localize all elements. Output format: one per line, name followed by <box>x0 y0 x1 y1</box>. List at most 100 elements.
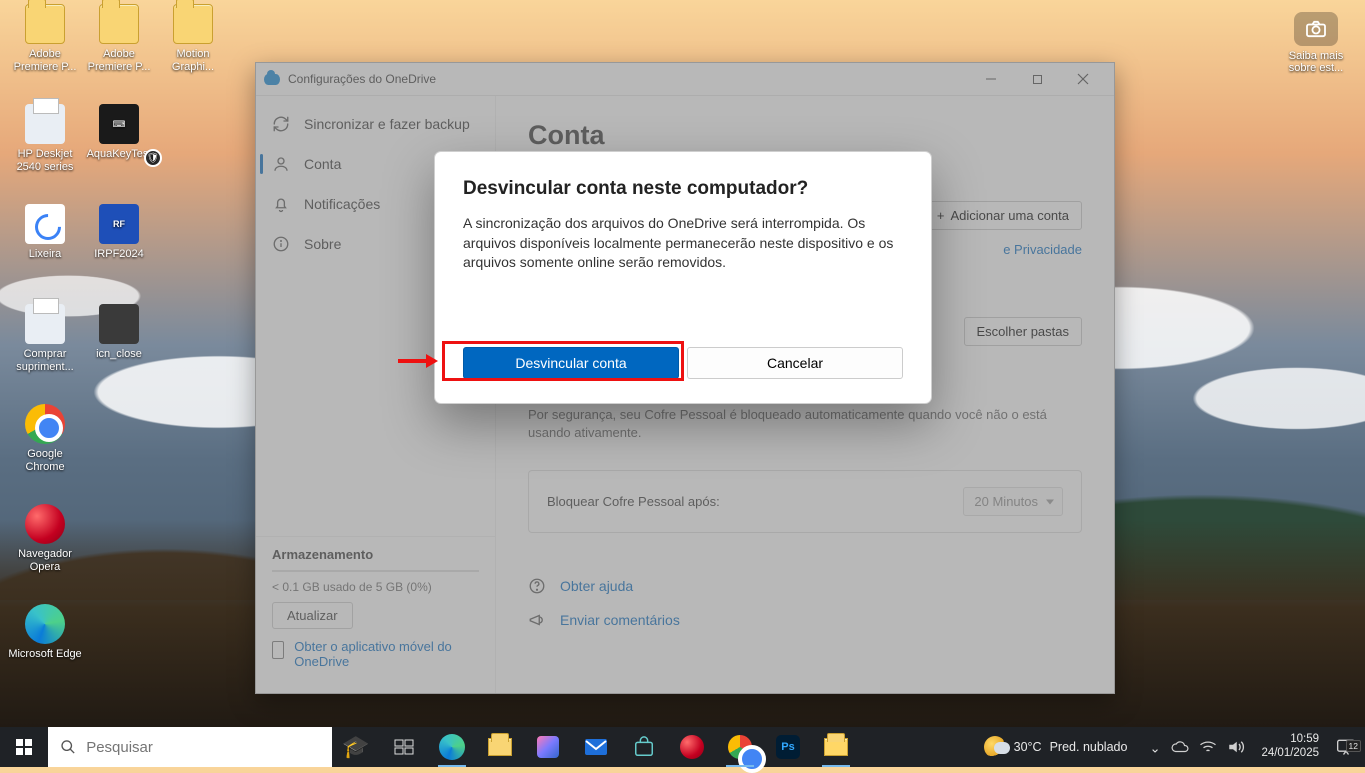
desktop-shortcut-adobe-premiere-2[interactable]: Adobe Premiere P... <box>82 4 156 74</box>
action-center-button[interactable]: 12 <box>1327 738 1365 756</box>
get-help-link[interactable]: Obter ajuda <box>528 577 1082 595</box>
window-titlebar[interactable]: Configurações do OneDrive <box>256 63 1114 96</box>
vault-lock-label: Bloquear Cofre Pessoal após: <box>547 494 720 509</box>
taskbar-app-photoshop[interactable]: Ps <box>764 727 812 767</box>
taskbar-search[interactable] <box>48 727 332 767</box>
shortcut-label: Google Chrome <box>8 448 82 474</box>
desktop-shortcut-icn-close[interactable]: icn_close <box>82 304 156 361</box>
clock-time: 10:59 <box>1261 733 1319 747</box>
mobile-app-link-row[interactable]: Obter o aplicativo móvel do OneDrive <box>272 639 479 669</box>
cancel-button[interactable]: Cancelar <box>687 347 903 379</box>
nav-label: Sobre <box>304 236 341 252</box>
recycle-bin-icon <box>25 204 65 244</box>
image-icon <box>99 304 139 344</box>
edge-icon <box>439 734 465 760</box>
taskbar-app-mail[interactable] <box>572 727 620 767</box>
storage-heading: Armazenamento <box>272 547 479 562</box>
desktop-shortcut-buy-supplies[interactable]: Comprar supriment... <box>8 304 82 374</box>
tray-onedrive-icon[interactable] <box>1171 741 1195 753</box>
notification-badge: 12 <box>1346 740 1361 752</box>
shortcut-label: Comprar supriment... <box>8 348 82 374</box>
taskbar-app-edge[interactable] <box>428 727 476 767</box>
upgrade-storage-button[interactable]: Atualizar <box>272 602 353 629</box>
nav-label: Conta <box>304 156 341 172</box>
taskbar-app-explorer[interactable] <box>476 727 524 767</box>
edge-icon <box>25 604 65 644</box>
desktop-shortcut-motion-graphics[interactable]: Motion Graphi... <box>156 4 230 74</box>
close-button[interactable] <box>1060 63 1106 96</box>
folder-icon <box>99 4 139 44</box>
storage-bar <box>272 570 479 572</box>
opera-icon <box>680 735 704 759</box>
taskbar-app-copilot[interactable] <box>524 727 572 767</box>
tray-overflow-chevron-icon[interactable]: ⌃ <box>1143 739 1167 755</box>
desktop-shortcut-hp-deskjet[interactable]: HP Deskjet 2540 series <box>8 104 82 174</box>
weather-temp: 30°C <box>1014 740 1042 754</box>
chrome-icon <box>25 404 65 444</box>
storage-section: Armazenamento < 0.1 GB usado de 5 GB (0%… <box>256 536 495 685</box>
taskbar: 🎓 Ps 30°C Pred. nublado ⌃ 10:59 24/01/20… <box>0 727 1365 767</box>
camera-icon <box>1294 12 1338 46</box>
windows-logo-icon <box>16 739 32 755</box>
desktop-shortcut-microsoft-edge[interactable]: Microsoft Edge <box>8 604 82 661</box>
taskbar-app-chrome[interactable] <box>716 727 764 767</box>
spotlight-label: Saiba maissobre est... <box>1281 50 1351 74</box>
desktop-shortcut-adobe-premiere[interactable]: Adobe Premiere P... <box>8 4 82 74</box>
clock-date: 24/01/2025 <box>1261 747 1319 761</box>
mail-icon <box>584 738 608 756</box>
taskbar-app-explorer-2[interactable] <box>812 727 860 767</box>
megaphone-icon <box>528 611 546 629</box>
onedrive-cloud-icon <box>264 74 280 85</box>
folder-icon <box>173 4 213 44</box>
file-explorer-icon <box>488 738 512 756</box>
desktop-shortcut-recycle-bin[interactable]: Lixeira <box>8 204 82 261</box>
choose-folders-button[interactable]: Escolher pastas <box>964 317 1083 346</box>
start-button[interactable] <box>0 727 48 767</box>
search-icon <box>60 738 76 756</box>
desktop-shortcut-opera[interactable]: Navegador Opera <box>8 504 82 574</box>
taskbar-weather[interactable]: 30°C Pred. nublado <box>974 736 1138 758</box>
sync-icon <box>272 115 290 133</box>
taskbar-app-opera[interactable] <box>668 727 716 767</box>
person-icon <box>272 155 290 173</box>
printer-icon <box>25 304 65 344</box>
folder-icon <box>25 4 65 44</box>
bell-icon <box>272 195 290 213</box>
weather-desc: Pred. nublado <box>1050 740 1128 754</box>
desktop-shortcut-google-chrome[interactable]: Google Chrome <box>8 404 82 474</box>
store-icon <box>633 736 655 758</box>
spotlight-know-more[interactable]: Saiba maissobre est... <box>1281 12 1351 74</box>
taskbar-clock[interactable]: 10:59 24/01/2025 <box>1257 733 1327 761</box>
search-input[interactable] <box>86 739 320 756</box>
desktop-shortcut-aquakeytest[interactable]: ⌨🛡 AquaKeyTest <box>82 104 156 161</box>
system-tray[interactable]: ⌃ <box>1137 739 1257 755</box>
mobile-app-link[interactable]: Obter o aplicativo móvel do OneDrive <box>294 639 479 669</box>
vault-lock-select[interactable]: 20 Minutos <box>963 487 1063 516</box>
taskbar-app-store[interactable] <box>620 727 668 767</box>
modal-title: Desvincular conta neste computador? <box>463 178 903 200</box>
maximize-button[interactable] <box>1014 63 1060 96</box>
add-account-button[interactable]: +Adicionar uma conta <box>924 201 1082 230</box>
phone-icon <box>272 641 284 659</box>
send-feedback-link[interactable]: Enviar comentários <box>528 611 1082 629</box>
task-view-button[interactable] <box>380 727 428 767</box>
minimize-button[interactable] <box>968 63 1014 96</box>
vault-description: Por segurança, seu Cofre Pessoal é bloqu… <box>528 406 1082 442</box>
shortcut-label: Adobe Premiere P... <box>8 48 82 74</box>
shortcut-label: icn_close <box>82 348 156 361</box>
tray-volume-icon[interactable] <box>1227 739 1251 755</box>
onedrive-settings-wrap: Configurações do OneDrive Sincronizar e … <box>255 62 1115 694</box>
privacy-link[interactable]: e Privacidade <box>1003 242 1082 257</box>
unlink-account-button[interactable]: Desvincular conta <box>463 347 679 379</box>
tray-wifi-icon[interactable] <box>1199 740 1223 754</box>
help-icon <box>528 577 546 595</box>
modal-body: A sincronização dos arquivos do OneDrive… <box>463 214 903 273</box>
taskbar-app-learning[interactable]: 🎓 <box>332 727 380 767</box>
shortcut-label: Navegador Opera <box>8 548 82 574</box>
taskbar-apps: 🎓 Ps <box>332 727 860 767</box>
help-links: Obter ajuda Enviar comentários <box>528 577 1082 629</box>
nav-sync-backup[interactable]: Sincronizar e fazer backup <box>256 104 495 144</box>
info-icon <box>272 235 290 253</box>
desktop-shortcut-irpf2024[interactable]: RF IRPF2024 <box>82 204 156 261</box>
copilot-icon <box>537 736 559 758</box>
